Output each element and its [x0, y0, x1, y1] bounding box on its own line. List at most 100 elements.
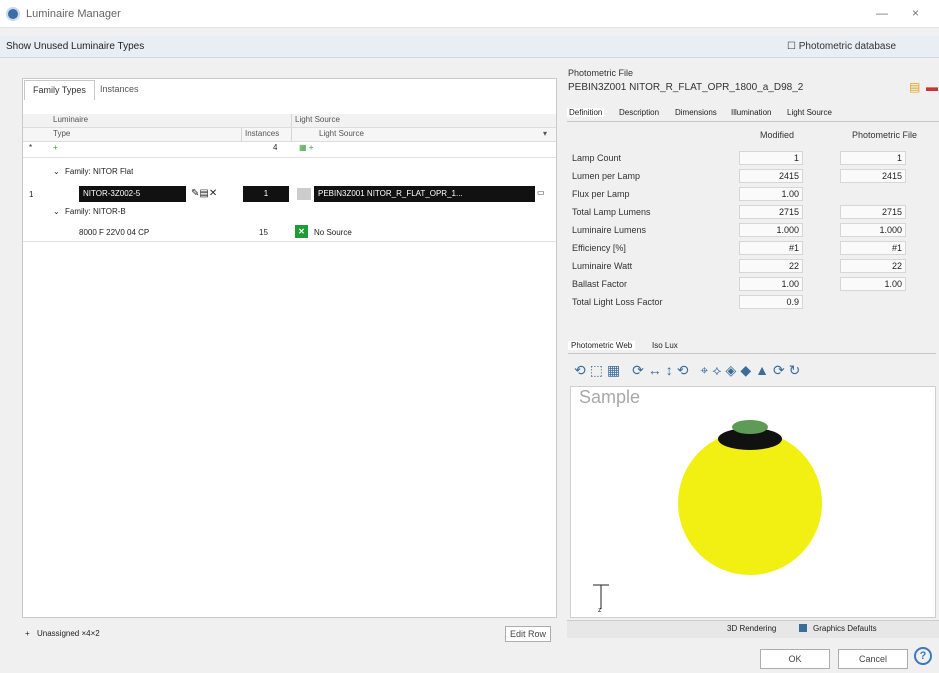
filter-instances: 4 [273, 143, 278, 152]
viz-toolbar: ⟲⬚▦ ⟳↔↕⟲ ⌖⟡◈◆▲⟳↻ [570, 358, 936, 384]
viz-tabs: Photometric Web Iso Lux [568, 340, 936, 354]
table-column-header: Type Instances Light Source ▾ [23, 128, 556, 142]
file-value-field: 2415 [840, 169, 906, 183]
color-swatch-icon [799, 624, 807, 632]
edit-icon[interactable]: ✎▤✕ [191, 188, 217, 199]
file-value-field: 2715 [840, 205, 906, 219]
unassigned-label: Unassigned ×4×2 [37, 629, 100, 638]
property-label: Lumen per Lamp [572, 171, 641, 181]
viz-status-bar: 3D Rendering Graphics Defaults [567, 620, 939, 638]
tab-family-types[interactable]: Family Types [24, 80, 95, 100]
family-name: Family: NITOR Flat [65, 167, 134, 176]
edit-row-button[interactable]: Edit Row [505, 626, 551, 642]
light-source-cell[interactable]: No Source [314, 228, 352, 237]
row-index: * [29, 143, 33, 152]
photometric-file-name: PEBIN3Z001 NITOR_R_FLAT_OPR_1800_a_D98_2 [568, 82, 804, 93]
row-index: 1 [29, 190, 34, 199]
group-luminaire: Luminaire [53, 115, 89, 124]
file-value-field: 1.00 [840, 277, 906, 291]
family-types-panel [22, 78, 557, 618]
column-modified: Modified [760, 130, 795, 140]
minimize-button[interactable]: — [876, 6, 888, 20]
column-photometric-file: Photometric File [852, 130, 918, 140]
photometric-tabs: Definition Description Dimensions Illumi… [567, 106, 939, 122]
table-row[interactable]: 8000 F 22V0 04 CP 15 ✕ No Source [23, 224, 556, 242]
property-label: Total Lamp Lumens [572, 207, 651, 217]
column-instances[interactable]: Instances [245, 129, 279, 138]
property-label: Total Light Loss Factor [572, 297, 663, 307]
filter-source-icon: ▦ + [299, 143, 314, 152]
modified-value-field[interactable]: 1.00 [739, 277, 803, 291]
show-unused-label: Show Unused Luminaire Types [6, 41, 145, 52]
filter-row[interactable]: * + 4 ▦ + [23, 142, 556, 158]
modified-value-field[interactable]: 22 [739, 259, 803, 273]
modified-value-field[interactable]: 1 [739, 151, 803, 165]
column-light-source[interactable]: Light Source [319, 129, 364, 138]
file-value-field: #1 [840, 241, 906, 255]
collapse-icon[interactable]: ⌄ [53, 207, 60, 216]
type-cell[interactable]: 8000 F 22V0 04 CP [79, 228, 149, 237]
axis-label: z [598, 607, 602, 614]
expand-icon[interactable]: + [25, 629, 30, 638]
light-bulb-shape [678, 431, 822, 575]
family-group-nitor-b[interactable]: ⌄ Family: NITOR-B [23, 206, 556, 222]
photometric-view[interactable]: Sample z [570, 386, 936, 618]
tab-light-source[interactable]: Light Source [787, 108, 832, 117]
title-bar [0, 0, 939, 28]
file-value-field [840, 187, 906, 201]
instances-cell[interactable]: 1 [243, 186, 289, 202]
ok-button[interactable]: OK [760, 649, 830, 669]
app-icon [6, 7, 20, 21]
column-type[interactable]: Type [53, 129, 70, 138]
help-icon[interactable]: ? [914, 647, 932, 665]
checkbox-icon: ☐ [787, 41, 796, 52]
collapse-icon[interactable]: ⌄ [53, 167, 60, 176]
modified-value-field[interactable]: #1 [739, 241, 803, 255]
file-value-field: 22 [840, 259, 906, 273]
tab-iso-lux[interactable]: Iso Lux [652, 341, 678, 350]
photometric-db-label: Photometric database [798, 41, 897, 52]
modified-value-field[interactable]: 2715 [739, 205, 803, 219]
browse-icon[interactable]: ▭ [537, 188, 545, 197]
table-row[interactable]: 1 NITOR-3Z002-5 ✎▤✕ 1 PEBIN3Z001 NITOR_R… [23, 186, 556, 204]
tab-instances[interactable]: Instances [92, 80, 147, 100]
cancel-button[interactable]: Cancel [838, 649, 908, 669]
property-label: Luminaire Lumens [572, 225, 647, 235]
modified-value-field[interactable]: 1.00 [739, 187, 803, 201]
property-label: Lamp Count [572, 153, 622, 163]
tab-illumination[interactable]: Illumination [731, 108, 771, 117]
file-value-field [840, 295, 906, 309]
light-source-cell[interactable]: PEBIN3Z001 NITOR_R_FLAT_OPR_1... [314, 186, 535, 202]
table-group-header: Luminaire Light Source [23, 114, 556, 128]
instances-cell[interactable]: 15 [259, 228, 268, 237]
light-source-icon [297, 188, 311, 200]
window-title: Luminaire Manager [26, 8, 121, 20]
group-light-source: Light Source [295, 115, 340, 124]
tab-dimensions[interactable]: Dimensions [675, 108, 717, 117]
close-button[interactable]: × [912, 6, 919, 20]
property-label: Luminaire Watt [572, 261, 633, 271]
tab-photometric-web[interactable]: Photometric Web [568, 341, 636, 350]
photometric-db-link[interactable]: ☐ Photometric database [787, 41, 896, 52]
no-source-icon: ✕ [295, 225, 308, 238]
color-scheme-select[interactable]: Graphics Defaults [813, 624, 877, 633]
property-label: Ballast Factor [572, 279, 628, 289]
type-cell[interactable]: NITOR-3Z002-5 [79, 186, 186, 202]
family-group-nitor-flat[interactable]: ⌄ Family: NITOR Flat [23, 166, 556, 182]
open-folder-icon[interactable]: ▤ [909, 80, 920, 94]
modified-value-field[interactable]: 2415 [739, 169, 803, 183]
luminaire-top [732, 420, 768, 434]
photometric-file-label: Photometric File [568, 68, 634, 78]
tab-definition[interactable]: Definition [567, 108, 605, 117]
file-value-field: 1.000 [840, 223, 906, 237]
modified-value-field[interactable]: 1.000 [739, 223, 803, 237]
tab-description[interactable]: Description [619, 108, 659, 117]
left-footer: + Unassigned ×4×2 Edit Row [23, 626, 556, 644]
render-mode-select[interactable]: 3D Rendering [727, 624, 776, 633]
light-distribution-svg [593, 420, 822, 609]
viz-tool-icons[interactable]: ⟲⬚▦ ⟳↔↕⟲ ⌖⟡◈◆▲⟳↻ [574, 362, 804, 379]
modified-value-field[interactable]: 0.9 [739, 295, 803, 309]
show-unused-toggle[interactable]: Show Unused Luminaire Types [6, 41, 144, 52]
dropdown-arrow-icon[interactable]: ▾ [543, 129, 547, 138]
delete-icon[interactable]: ▬ [926, 80, 938, 94]
